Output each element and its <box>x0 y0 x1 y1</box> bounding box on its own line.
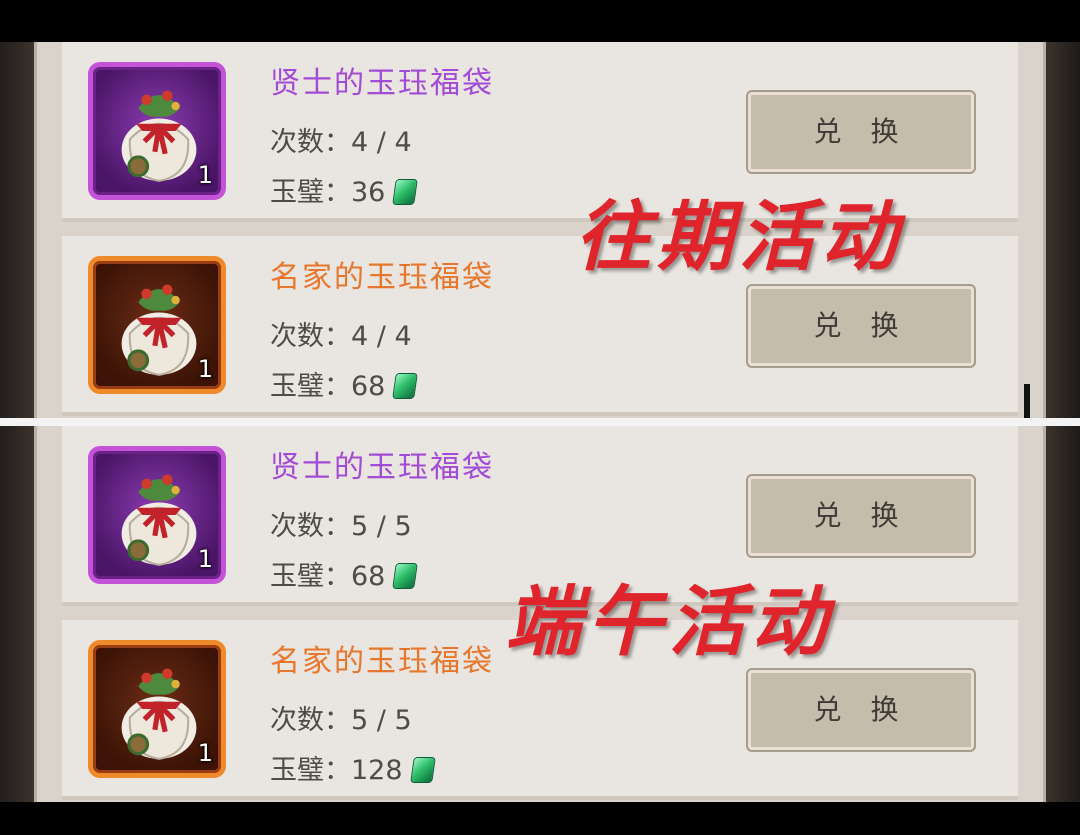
item-quantity: 1 <box>197 739 213 767</box>
price-label: 玉璧：68 <box>270 561 386 592</box>
price-label: 玉璧：128 <box>270 755 403 786</box>
item-icon-frame[interactable]: 1 <box>88 446 226 584</box>
item-name: 贤士的玉珏福袋 <box>270 66 494 101</box>
caption-dragon-boat-event: 端午活动 <box>505 577 833 666</box>
exchange-button[interactable]: 兑 换 <box>746 90 976 174</box>
lucky-bag-icon <box>121 284 197 376</box>
price-row: 玉璧：68 <box>270 364 418 403</box>
jade-gem-icon <box>410 758 435 782</box>
price-label: 玉璧：68 <box>270 371 386 402</box>
item-name: 名家的玉珏福袋 <box>270 644 494 679</box>
lucky-bag-icon <box>121 668 197 760</box>
item-name: 名家的玉珏福袋 <box>270 260 494 295</box>
price-row: 玉璧：36 <box>270 170 418 209</box>
left-border <box>0 42 34 418</box>
item-quantity: 1 <box>197 545 213 573</box>
lucky-bag-icon <box>121 90 197 182</box>
exchange-count: 次数：4 / 4 <box>270 127 412 158</box>
item-quantity: 1 <box>197 161 213 189</box>
price-label: 玉璧：36 <box>270 177 386 208</box>
exchange-count: 次数：4 / 4 <box>270 321 412 352</box>
item-icon-frame[interactable]: 1 <box>88 256 226 394</box>
exchange-button[interactable]: 兑 换 <box>746 284 976 368</box>
jade-gem-icon <box>393 564 418 588</box>
item-name: 贤士的玉珏福袋 <box>270 450 494 485</box>
jade-gem-icon <box>393 374 418 398</box>
lucky-bag-icon <box>121 474 197 566</box>
top-screenshot: 1 贤士的玉珏福袋 次数：4 / 4 玉璧：36 兑 换 1 名家的玉珏福袋 次… <box>0 42 1080 418</box>
divider <box>0 418 1080 426</box>
item-icon-frame[interactable]: 1 <box>88 62 226 200</box>
caption-past-events: 往期活动 <box>575 192 903 281</box>
price-row: 玉璧：128 <box>270 748 435 787</box>
exchange-count: 次数：5 / 5 <box>270 705 412 736</box>
exchange-button[interactable]: 兑 换 <box>746 474 976 558</box>
item-icon-frame[interactable]: 1 <box>88 640 226 778</box>
exchange-count: 次数：5 / 5 <box>270 511 412 542</box>
right-border <box>1046 42 1080 418</box>
exchange-button[interactable]: 兑 换 <box>746 668 976 752</box>
right-border <box>1046 426 1080 802</box>
scrollbar[interactable] <box>1024 384 1030 418</box>
item-quantity: 1 <box>197 355 213 383</box>
price-row: 玉璧：68 <box>270 554 418 593</box>
jade-gem-icon <box>393 180 418 204</box>
left-border <box>0 426 34 802</box>
